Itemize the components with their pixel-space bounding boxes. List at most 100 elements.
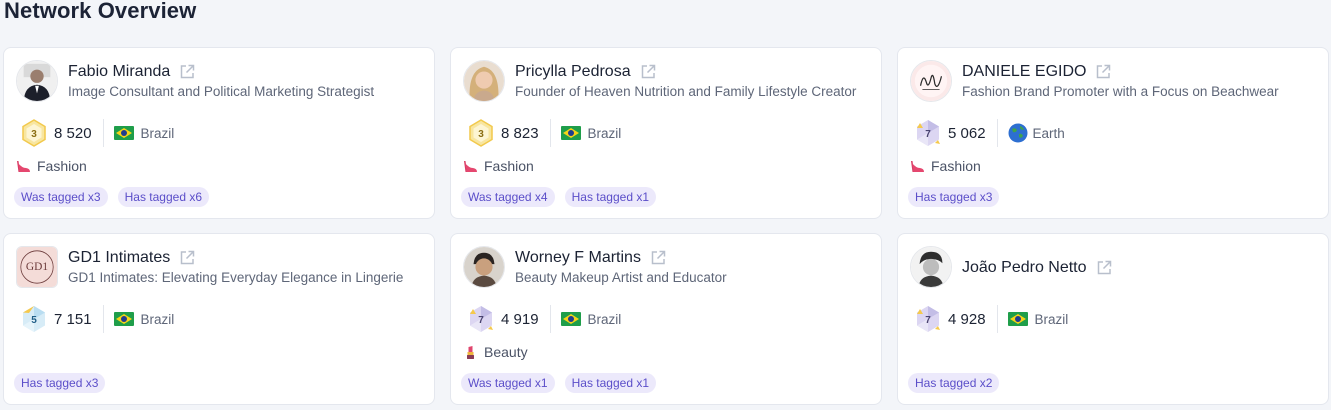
avatar[interactable] bbox=[463, 246, 505, 288]
was-tagged-chip[interactable]: Was tagged x4 bbox=[461, 187, 555, 207]
category-label: Fashion bbox=[931, 158, 981, 174]
avatar-image bbox=[464, 247, 504, 287]
profile-stats: 5 7 151 Brazil bbox=[20, 304, 174, 334]
avatar[interactable] bbox=[910, 60, 952, 102]
category-label: Fashion bbox=[484, 158, 534, 174]
level-badge-icon: 7 bbox=[470, 306, 493, 332]
profile-card[interactable]: GD1 GD1 Intimates GD1 Intimates: Elevati… bbox=[3, 233, 435, 405]
country-label: Brazil bbox=[587, 311, 622, 327]
has-tagged-chip[interactable]: Has tagged x3 bbox=[14, 373, 106, 393]
avatar-image bbox=[464, 61, 504, 101]
brazil-flag-icon bbox=[560, 312, 581, 326]
profile-bio: Beauty Makeup Artist and Educator bbox=[515, 270, 727, 285]
profile-name[interactable]: GD1 Intimates bbox=[68, 249, 170, 267]
avatar-image bbox=[17, 61, 57, 101]
profile-name[interactable]: Worney F Martins bbox=[515, 249, 641, 267]
profile-card[interactable]: DANIELE EGIDO Fashion Brand Promoter wit… bbox=[897, 47, 1329, 219]
divider bbox=[549, 305, 551, 333]
external-link-icon[interactable] bbox=[649, 249, 667, 267]
level-badge-icon: 7 bbox=[917, 120, 940, 146]
avatar[interactable] bbox=[910, 246, 952, 288]
level-badge-number: 3 bbox=[31, 129, 37, 140]
profile-bio: Founder of Heaven Nutrition and Family L… bbox=[515, 84, 857, 99]
category: Fashion bbox=[910, 158, 981, 174]
heel-icon bbox=[464, 160, 477, 172]
tag-list: Has tagged x3 bbox=[14, 373, 106, 393]
profile-stats: 3 8 520 Brazil bbox=[20, 118, 174, 148]
country-label: Brazil bbox=[140, 311, 175, 327]
category: Fashion bbox=[463, 158, 534, 174]
profile-card[interactable]: Worney F Martins Beauty Makeup Artist an… bbox=[450, 233, 882, 405]
external-link-icon[interactable] bbox=[1095, 259, 1113, 277]
country-label: Brazil bbox=[140, 125, 175, 141]
heel-icon bbox=[911, 160, 924, 172]
network-card-grid: Fabio Miranda Image Consultant and Polit… bbox=[3, 47, 1330, 405]
level-badge-icon: 3 bbox=[22, 119, 46, 147]
profile-name[interactable]: João Pedro Netto bbox=[962, 259, 1087, 277]
profile-name[interactable]: Fabio Miranda bbox=[68, 63, 170, 81]
influence-score: 4 919 bbox=[501, 310, 539, 328]
profile-stats: 7 4 919 Brazil bbox=[467, 304, 621, 334]
external-link-icon[interactable] bbox=[639, 63, 657, 81]
was-tagged-chip[interactable]: Was tagged x1 bbox=[461, 373, 555, 393]
divider bbox=[996, 305, 998, 333]
has-tagged-chip[interactable]: Has tagged x3 bbox=[908, 187, 1000, 207]
lipstick-icon bbox=[467, 345, 474, 359]
external-link-icon[interactable] bbox=[178, 63, 196, 81]
tag-list: Was tagged x4 Has tagged x1 bbox=[461, 187, 656, 207]
has-tagged-chip[interactable]: Has tagged x2 bbox=[908, 373, 1000, 393]
influence-score: 5 062 bbox=[948, 124, 986, 142]
profile-name[interactable]: Pricylla Pedrosa bbox=[515, 63, 631, 81]
influence-score: 4 928 bbox=[948, 310, 986, 328]
level-badge-number: 7 bbox=[478, 315, 484, 326]
was-tagged-chip[interactable]: Was tagged x3 bbox=[14, 187, 108, 207]
tag-list: Has tagged x3 bbox=[908, 187, 1000, 207]
influence-score: 8 520 bbox=[54, 124, 92, 142]
country-label: Earth bbox=[1032, 125, 1065, 141]
divider bbox=[549, 119, 551, 147]
country-label: Brazil bbox=[1034, 311, 1069, 327]
level-badge-icon: 7 bbox=[917, 306, 940, 332]
tag-list: Has tagged x2 bbox=[908, 373, 1000, 393]
external-link-icon[interactable] bbox=[1094, 63, 1112, 81]
avatar[interactable]: GD1 bbox=[16, 246, 58, 288]
category: Beauty bbox=[463, 344, 528, 360]
external-link-icon[interactable] bbox=[178, 249, 196, 267]
avatar-image: GD1 bbox=[17, 247, 57, 287]
avatar-image bbox=[911, 247, 951, 287]
category: Fashion bbox=[16, 158, 87, 174]
level-badge-number: 3 bbox=[478, 129, 484, 140]
brazil-flag-icon bbox=[1007, 312, 1028, 326]
category-label: Fashion bbox=[37, 158, 87, 174]
profile-card[interactable]: Pricylla Pedrosa Founder of Heaven Nutri… bbox=[450, 47, 882, 219]
brazil-flag-icon bbox=[113, 126, 134, 140]
profile-card[interactable]: Fabio Miranda Image Consultant and Polit… bbox=[3, 47, 435, 219]
brazil-flag-icon bbox=[113, 312, 134, 326]
avatar-image bbox=[911, 61, 951, 101]
heel-icon bbox=[17, 160, 30, 172]
level-badge-number: 7 bbox=[925, 129, 931, 140]
profile-name[interactable]: DANIELE EGIDO bbox=[962, 63, 1086, 81]
country-label: Brazil bbox=[587, 125, 622, 141]
tag-list: Was tagged x1 Has tagged x1 bbox=[461, 373, 656, 393]
has-tagged-chip[interactable]: Has tagged x1 bbox=[564, 187, 656, 207]
divider bbox=[102, 305, 104, 333]
influence-score: 8 823 bbox=[501, 124, 539, 142]
profile-stats: 3 8 823 Brazil bbox=[467, 118, 621, 148]
divider bbox=[996, 119, 998, 147]
tag-list: Was tagged x3 Has tagged x6 bbox=[14, 187, 209, 207]
profile-stats: 7 5 062 Earth bbox=[914, 118, 1065, 148]
profile-card[interactable]: João Pedro Netto 7 4 928 Brazil Has tagg… bbox=[897, 233, 1329, 405]
divider bbox=[102, 119, 104, 147]
has-tagged-chip[interactable]: Has tagged x6 bbox=[117, 187, 209, 207]
level-badge-number: 7 bbox=[925, 315, 931, 326]
avatar[interactable] bbox=[16, 60, 58, 102]
level-badge-icon: 3 bbox=[469, 119, 493, 147]
level-badge-number: 5 bbox=[31, 315, 37, 326]
has-tagged-chip[interactable]: Has tagged x1 bbox=[564, 373, 656, 393]
profile-bio: GD1 Intimates: Elevating Everyday Elegan… bbox=[68, 270, 404, 285]
brazil-flag-icon bbox=[560, 126, 581, 140]
influence-score: 7 151 bbox=[54, 310, 92, 328]
avatar[interactable] bbox=[463, 60, 505, 102]
page-title: Network Overview bbox=[4, 0, 197, 23]
